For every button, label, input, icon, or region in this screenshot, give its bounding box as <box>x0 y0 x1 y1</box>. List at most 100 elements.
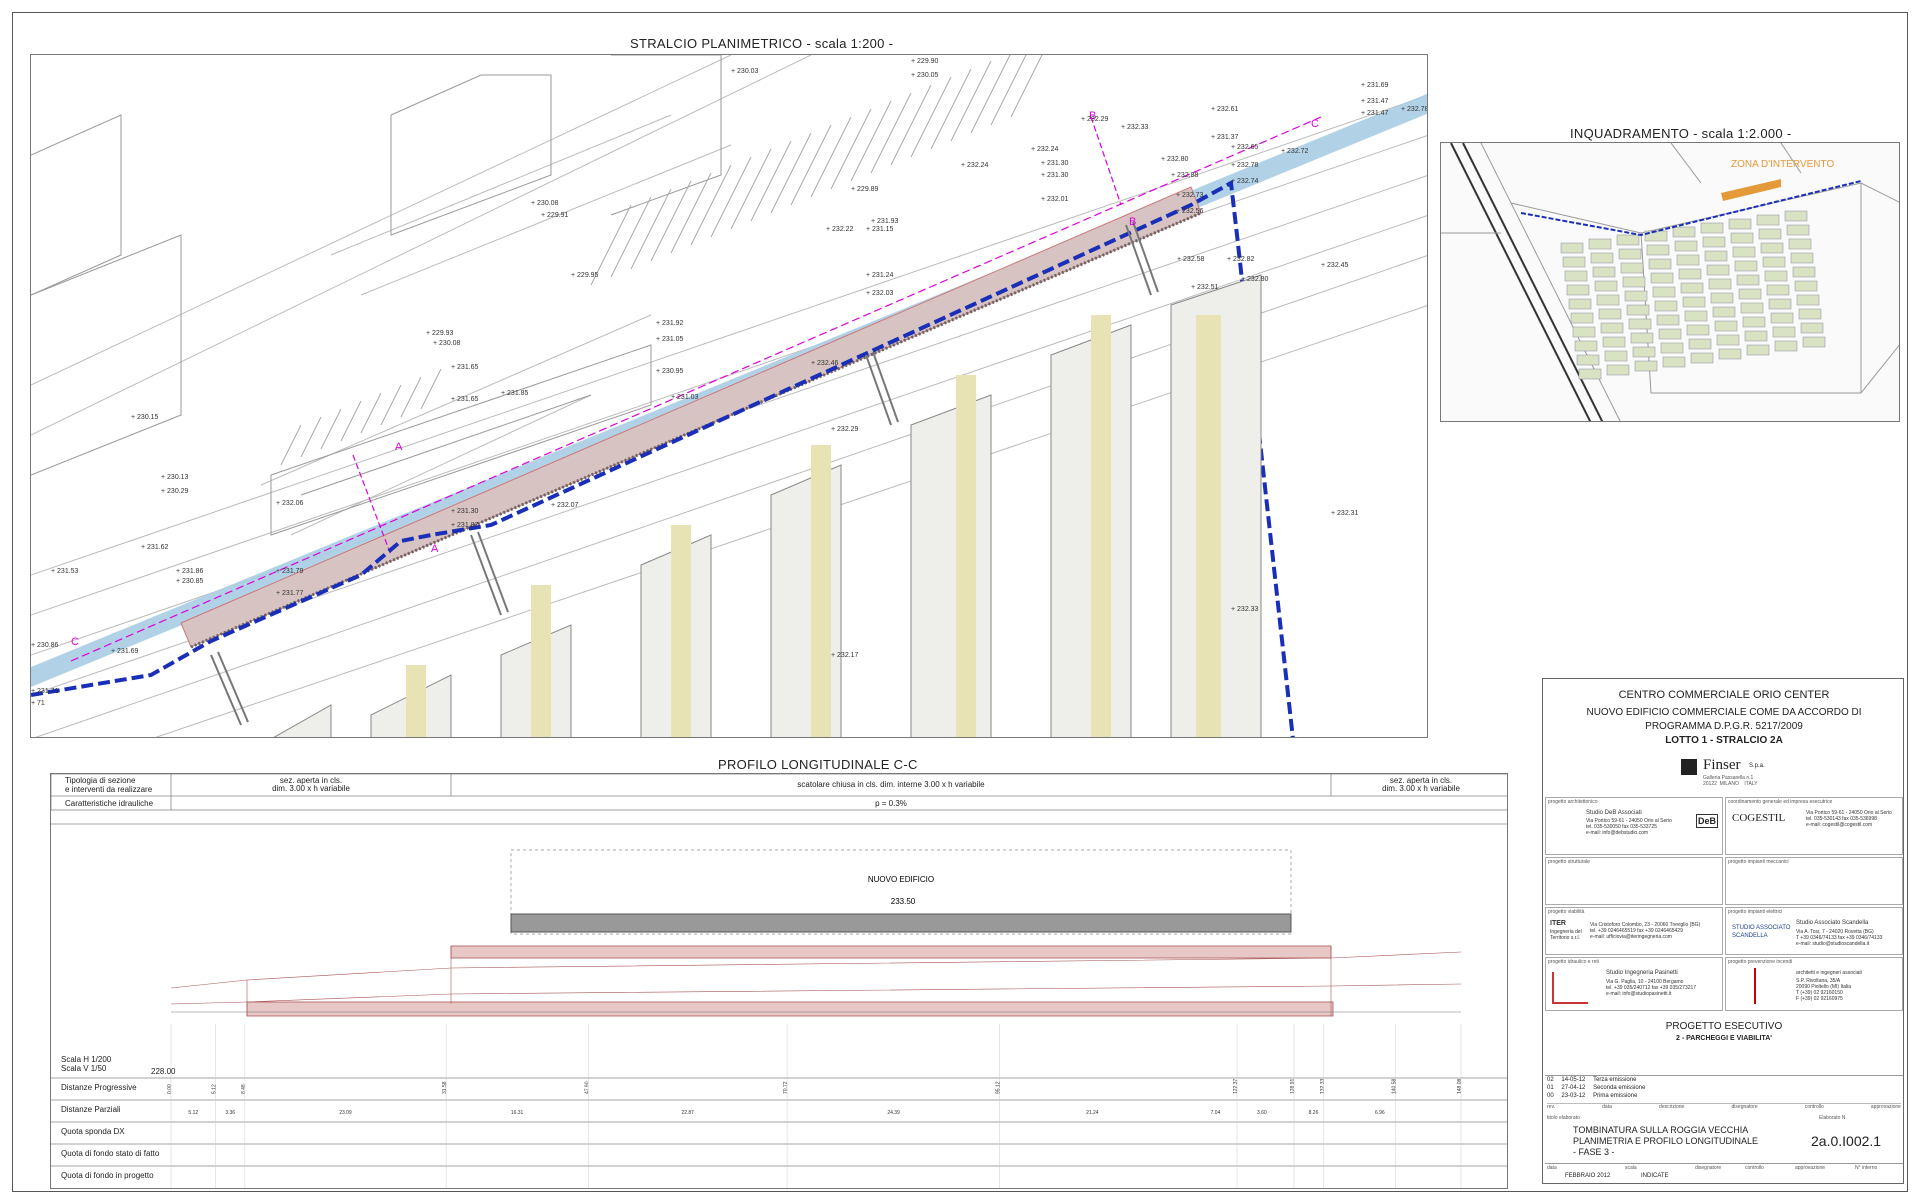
subject-line-2: PROGRAMMA D.P.G.R. 5217/2009 <box>1645 721 1803 732</box>
rev-header: rev. <box>1547 1104 1555 1110</box>
deb-logo: DeB <box>1696 814 1719 828</box>
mech-box: progetto impianti meccanici <box>1725 857 1903 905</box>
rev-header: descrizione <box>1659 1104 1685 1110</box>
elec-box: progetto impianti elettrici STUDIO ASSOC… <box>1725 907 1903 955</box>
spot-level: + 231.03 <box>671 394 699 401</box>
progressive-distance: 31.58 <box>442 1081 448 1094</box>
coord-box-label: coordinamento generale ed impresa esecut… <box>1728 799 1833 805</box>
parking-block <box>1770 312 1794 324</box>
spot-level: + 230.13 <box>161 474 189 481</box>
parking-block <box>1732 246 1756 258</box>
parking-block <box>1562 256 1586 268</box>
spot-level: + 229.89 <box>851 186 879 193</box>
parking-block <box>1730 232 1754 244</box>
drawing-title-1: TOMBINATURA SULLA ROGGIA VECCHIA <box>1573 1125 1749 1135</box>
parking-block <box>1786 224 1810 236</box>
project-name: CENTRO COMMERCIALE ORIO CENTER <box>1618 689 1830 701</box>
spot-level: + 232.58 <box>1177 256 1205 263</box>
parking-block <box>1688 338 1712 350</box>
profile-title: PROFILO LONGITUDINALE C-C <box>718 757 918 772</box>
parking-block <box>1598 308 1622 320</box>
scale-h-label: Scala H 1/200 <box>61 1055 112 1064</box>
partial-distance: 21.24 <box>1086 1110 1099 1116</box>
hyd-name: Studio Ingegneria Pasinetti <box>1606 970 1678 976</box>
parking-block <box>1704 250 1728 262</box>
revision-date: 27-04-12 <box>1561 1085 1586 1091</box>
plan-frame: A A B B C C + 230.03 + 229.90 + 230.05 + 23… <box>30 54 1428 738</box>
elec-address: Via A. Tosi, 7 - 24020 Rovetta (BG) T +3… <box>1796 929 1883 947</box>
revision-headers: rev. data descrizione disegnatore contro… <box>1547 1103 1901 1110</box>
parking-block <box>1714 320 1738 332</box>
parking-block <box>1700 222 1724 234</box>
spot-level: + 232.78 <box>1231 162 1259 169</box>
road-address: Via Cristoforo Colombo, 23 - 20060 Trevi… <box>1590 922 1701 940</box>
parking-block <box>1708 278 1732 290</box>
parking-block <box>1632 346 1656 358</box>
spot-level: + 231.86 <box>176 568 204 575</box>
parking-block <box>1626 304 1650 316</box>
client-suffix: S.p.a. <box>1749 763 1765 769</box>
spot-level: + 231.30 <box>451 508 479 515</box>
parking-block <box>1690 352 1714 364</box>
profile-row-label: Quota sponda DX <box>61 1127 125 1136</box>
section-left-type: sez. aperta in cls. dim. 3.00 x h variabi… <box>272 776 350 793</box>
parking-block <box>1734 260 1758 272</box>
hyd-address: Via G. Paglia, 10 - 24100 Bergamo tel. +… <box>1606 979 1697 997</box>
rev-header: controllo <box>1804 1104 1824 1110</box>
spot-level: + 231.62 <box>141 544 169 551</box>
section-mark-a-top: A <box>395 441 403 453</box>
revision-number: 02 <box>1547 1077 1554 1083</box>
parking-block <box>1790 252 1814 264</box>
parking-block <box>1800 322 1824 334</box>
drawing-number: 2a.0.I002.1 <box>1811 1133 1882 1149</box>
revision-date: 23-03-12 <box>1561 1093 1586 1099</box>
parking-block <box>1624 290 1648 302</box>
parking-block <box>1588 238 1612 250</box>
partial-distance: 22.87 <box>681 1110 694 1116</box>
drawing-title-3: - FASE 3 - <box>1573 1147 1615 1157</box>
spot-level: + 231.79 <box>276 568 304 575</box>
spot-level: + 231.37 <box>1211 134 1239 141</box>
parking-block <box>1686 324 1710 336</box>
parking-block <box>1658 328 1682 340</box>
spot-level: + 230.95 <box>656 368 684 375</box>
parking-block <box>1736 274 1760 286</box>
spot-level: + 231.93 <box>871 218 899 225</box>
parking-block <box>1710 292 1734 304</box>
parking-block <box>1604 350 1628 362</box>
spot-level: + 231.47 <box>1361 110 1389 117</box>
phase-sub: 2 - PARCHEGGI E VIABILITA' <box>1676 1035 1772 1042</box>
parking-block <box>1578 368 1602 380</box>
parking-block <box>1702 236 1726 248</box>
spot-level: + 232.61 <box>1211 106 1239 113</box>
partial-distance: 24.39 <box>887 1110 900 1116</box>
spot-level: + 231.69 <box>1361 82 1389 89</box>
road-box-label: progetto viabilità <box>1548 909 1585 915</box>
parking-block <box>1628 318 1652 330</box>
inquadramento-frame: ZONA D'INTERVENTO <box>1440 142 1900 422</box>
fire-box: progetto prevenzione incendi architetti … <box>1725 957 1903 1011</box>
spot-level: + 230.85 <box>176 578 204 585</box>
spot-level: + 229.95 <box>571 272 599 279</box>
parking-block <box>1590 252 1614 264</box>
drawing-number-label: Elaborato N. <box>1819 1115 1847 1121</box>
spot-level: + 231.65 <box>451 396 479 403</box>
partial-distance: 6.96 <box>1375 1110 1385 1116</box>
section-mark-c-left: C <box>71 636 79 648</box>
spot-level: + 229.93 <box>426 330 454 337</box>
partial-distance: 7.04 <box>1211 1110 1221 1116</box>
mech-box-label: progetto impianti meccanici <box>1728 859 1789 865</box>
building-label: NUOVO EDIFICIO <box>868 875 934 884</box>
drawer-label: disegnatore <box>1695 1165 1722 1171</box>
spot-level: + 232.88 <box>1171 172 1199 179</box>
revision-number: 01 <box>1547 1085 1554 1091</box>
spot-level: + 232.03 <box>866 290 894 297</box>
parking-block <box>1784 210 1808 222</box>
parking-block <box>1798 308 1822 320</box>
spot-level: + 231.92 <box>656 320 684 327</box>
section-center-type: scatolare chiusa in cls. dim. interne 3.… <box>797 780 985 789</box>
spot-level: + 231.65 <box>451 364 479 371</box>
revision-row: 00 23-03-12 Prima emissione <box>1547 1093 1637 1099</box>
spot-level: + 230.86 <box>31 642 59 649</box>
spot-level: + 230.08 <box>531 200 559 207</box>
